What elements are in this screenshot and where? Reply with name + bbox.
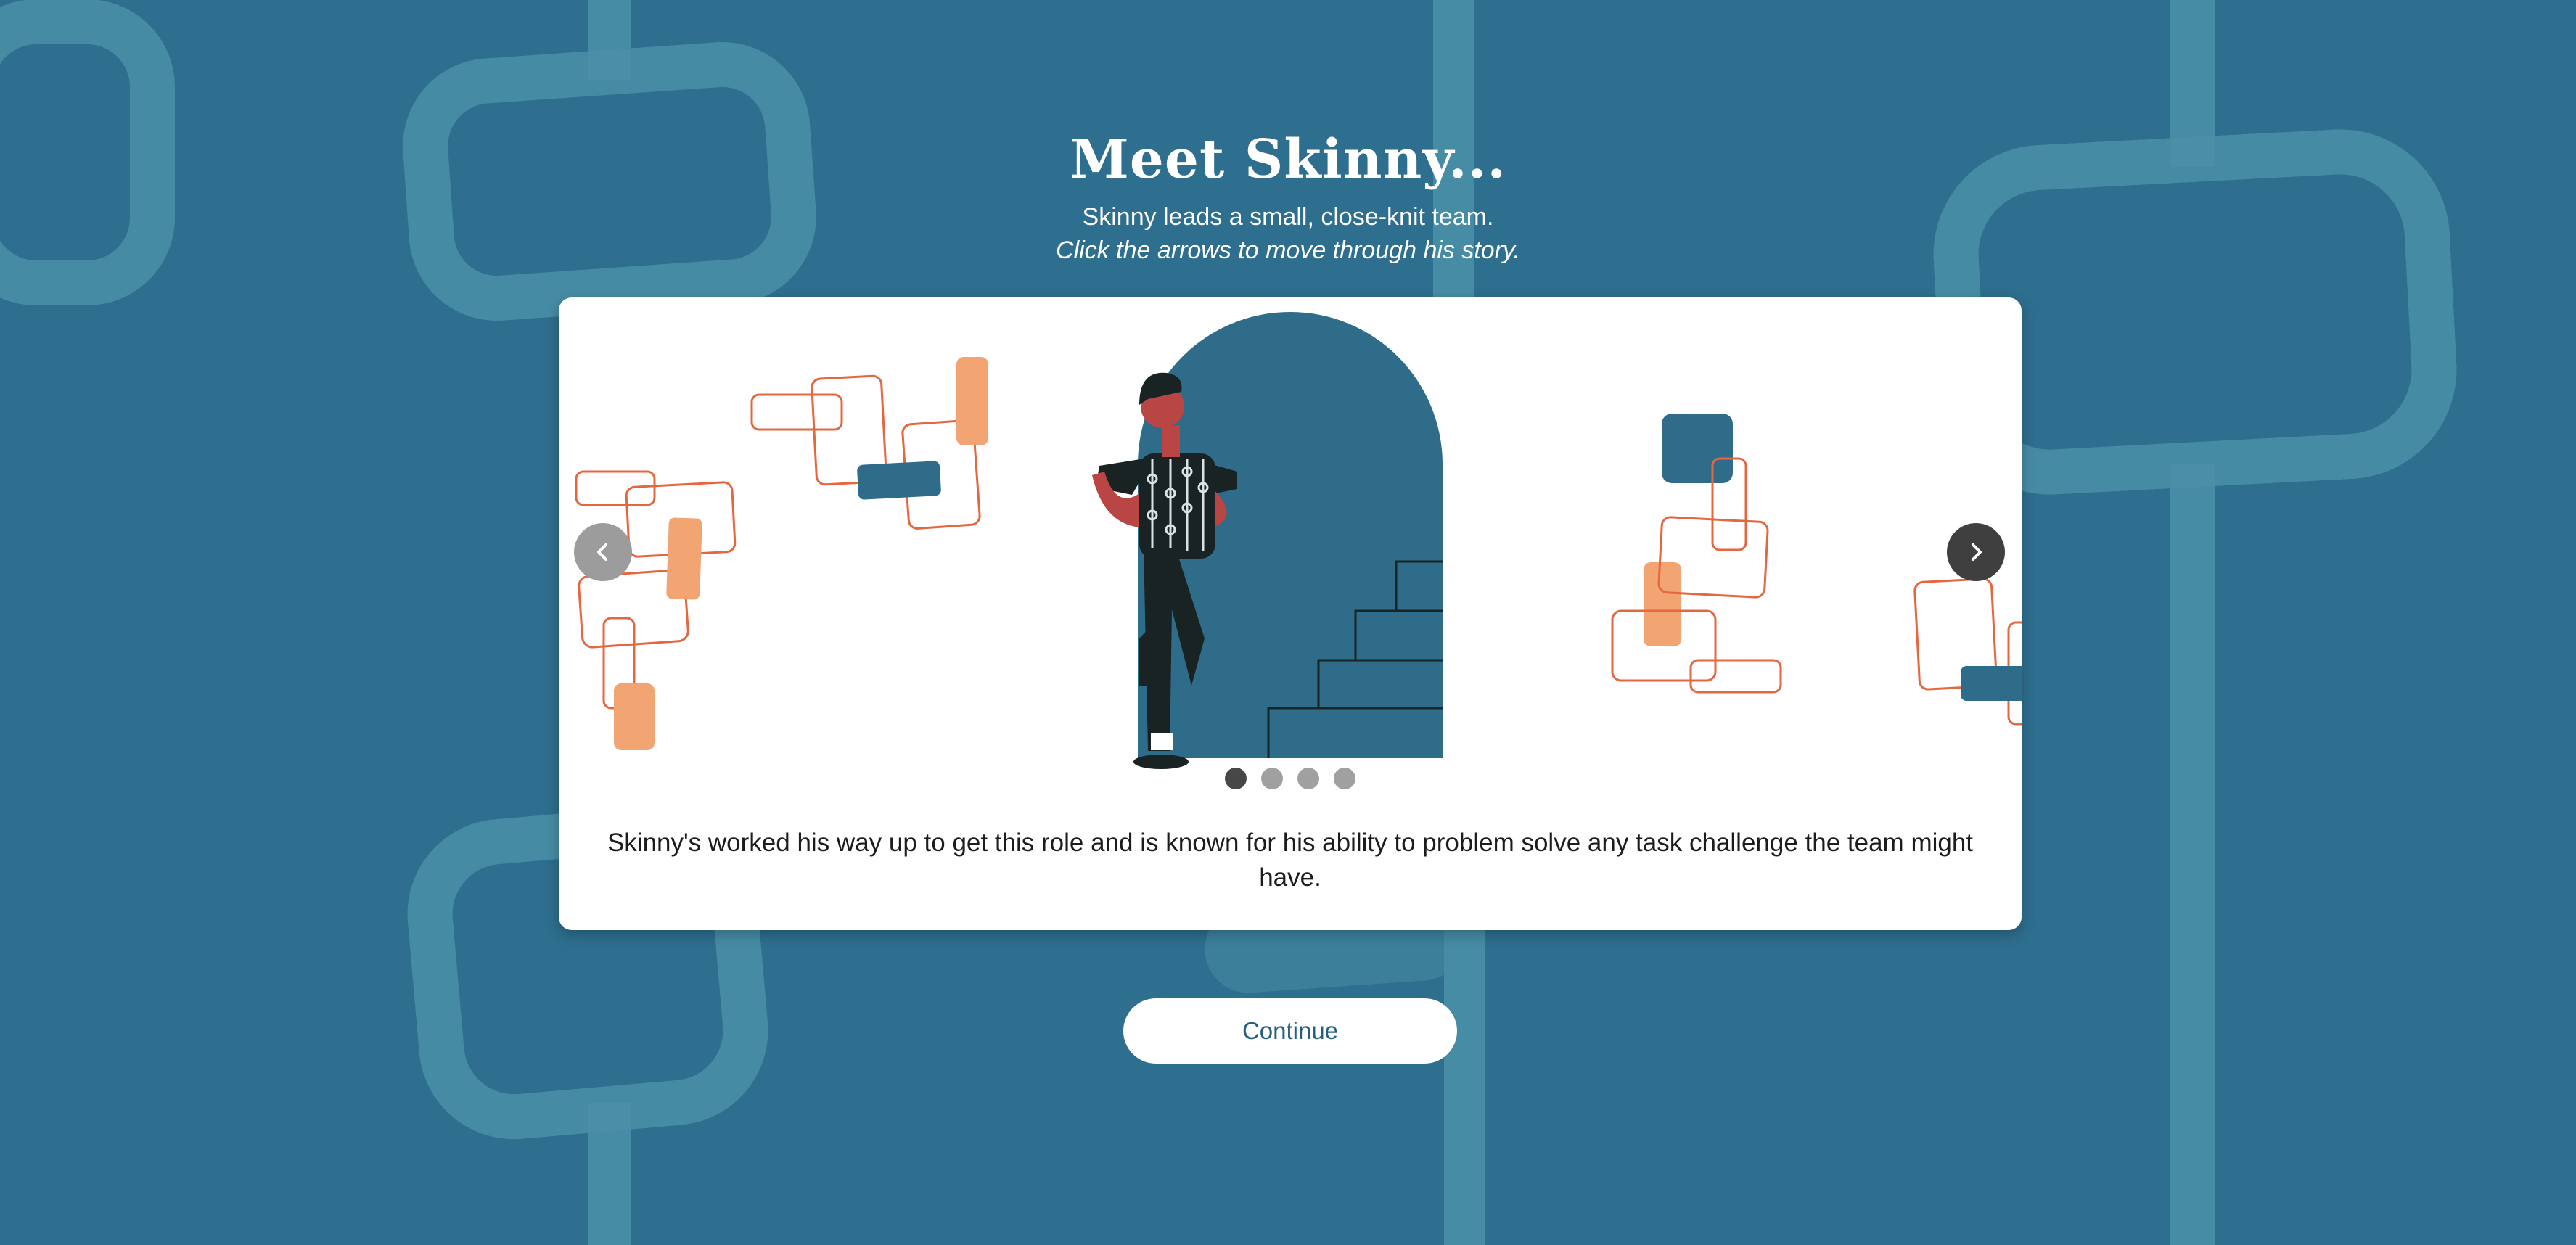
slide-dot-2[interactable] (1261, 768, 1283, 789)
header: Meet Skinny... Skinny leads a small, clo… (0, 123, 2576, 267)
page-instruction: Click the arrows to move through his sto… (1056, 237, 1520, 264)
slide-indicators (559, 768, 2022, 789)
slide-dot-3[interactable] (1297, 768, 1319, 789)
story-carousel: Skinny's worked his way up to get this r… (559, 297, 2022, 930)
slide-caption: Skinny's worked his way up to get this r… (607, 829, 1974, 892)
page-title: Meet Skinny... (1069, 128, 1507, 191)
previous-slide-button[interactable] (574, 523, 632, 581)
chevron-left-icon (597, 543, 607, 561)
slide-dot-1[interactable] (1225, 768, 1247, 789)
slide-dot-4[interactable] (1334, 768, 1355, 789)
page-subtitle: Skinny leads a small, close-knit team. (1082, 203, 1494, 231)
slide-illustration (575, 312, 2022, 769)
chevron-right-icon (1972, 543, 1982, 561)
continue-button[interactable]: Continue (1123, 998, 1457, 1064)
next-slide-button[interactable] (1947, 523, 2005, 581)
